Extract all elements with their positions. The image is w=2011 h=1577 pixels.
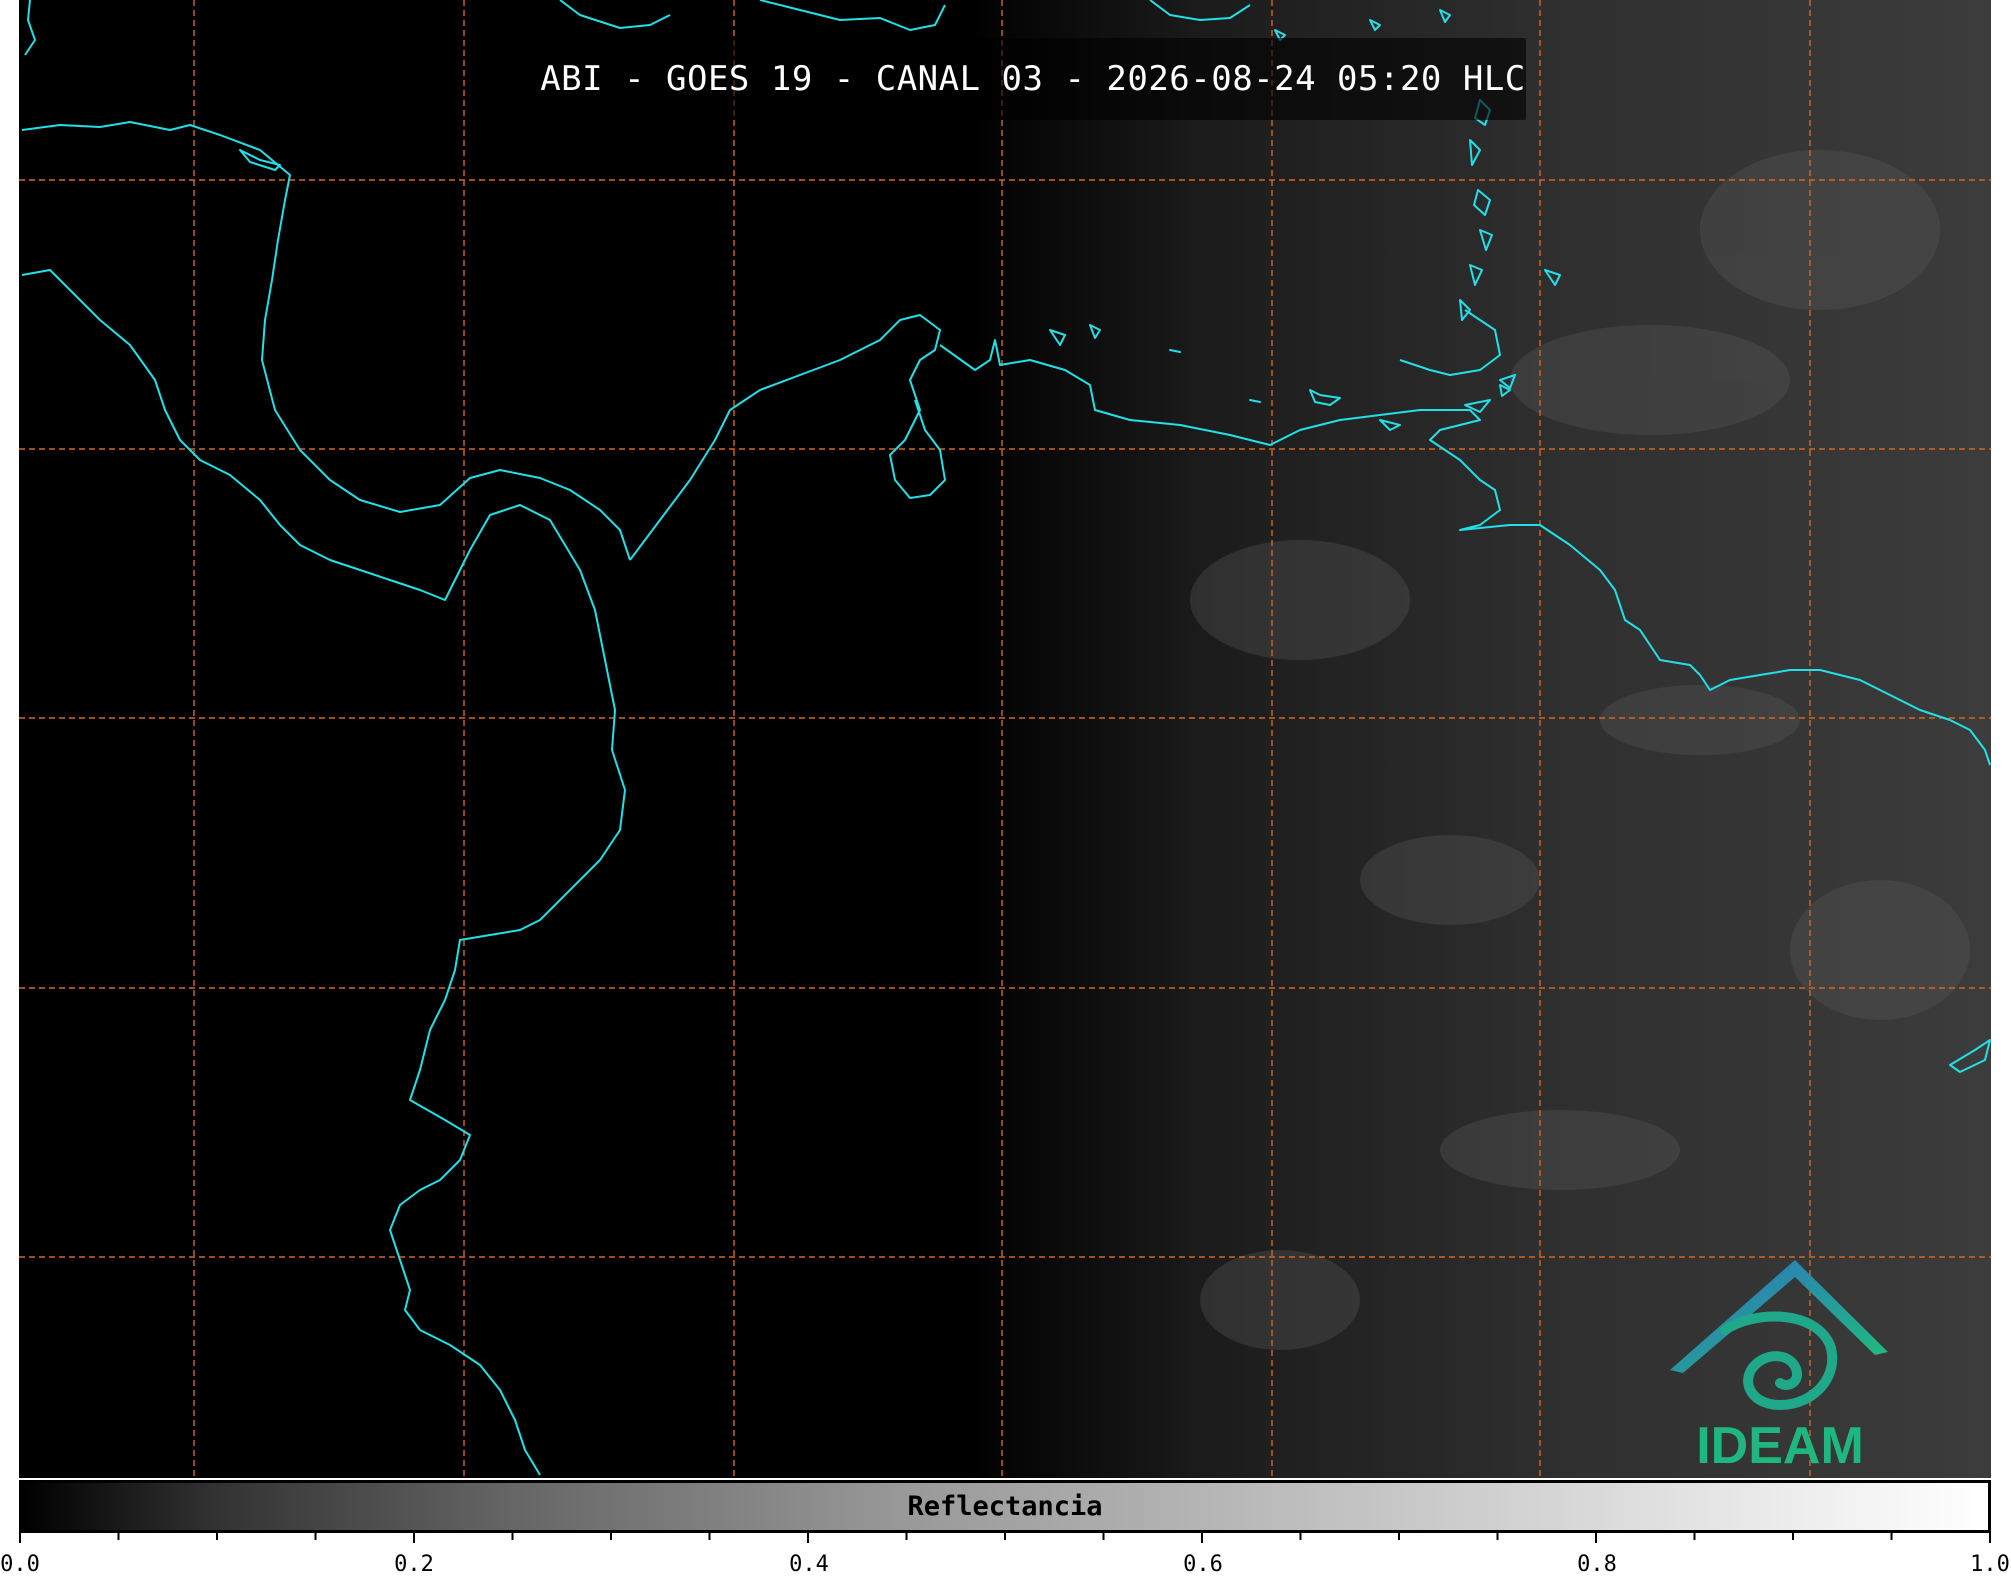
ideam-logo: IDEAM <box>1670 1260 1888 1475</box>
colorbar-tick-label: 0.4 <box>789 1552 829 1577</box>
title-box: ABI - GOES 19 - CANAL 03 - 2026-08-24 05… <box>540 38 1526 120</box>
colorbar-tick-label: 0.0 <box>0 1552 40 1577</box>
colorbar-tick-label: 0.2 <box>394 1552 434 1577</box>
logo-spiral-icon <box>1720 1311 1838 1411</box>
colorbar-label: Reflectancia <box>907 1491 1103 1522</box>
colorbar: Reflectancia <box>19 1480 1991 1533</box>
colorbar-tick-label: 1.0 <box>1970 1552 2010 1577</box>
map-title: ABI - GOES 19 - CANAL 03 - 2026-08-24 05… <box>540 59 1526 99</box>
logo-text: IDEAM <box>1696 1417 1864 1475</box>
colorbar-tick-label: 0.6 <box>1183 1552 1223 1577</box>
colorbar-ticks <box>19 1533 1991 1543</box>
colorbar-tick-label: 0.8 <box>1577 1552 1617 1577</box>
